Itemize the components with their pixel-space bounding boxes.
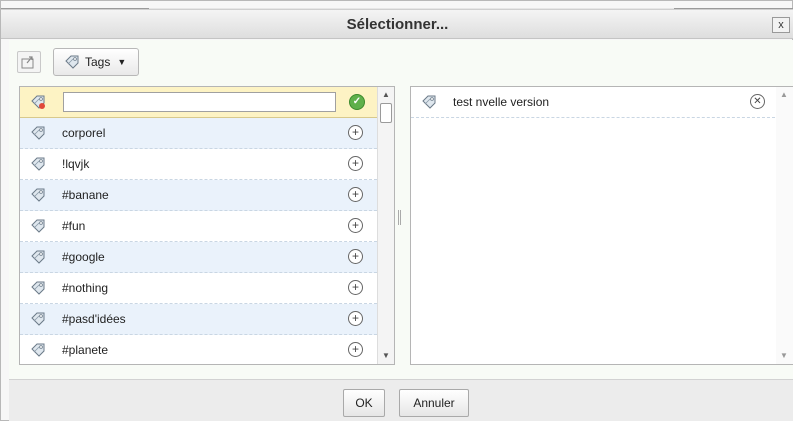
scroll-down-icon[interactable]: ▼ — [780, 351, 788, 360]
list-item-label: #planete — [62, 343, 109, 357]
list-item[interactable]: #fun + — [20, 211, 377, 242]
add-icon[interactable]: + — [348, 249, 363, 264]
list-item[interactable]: #planete + — [20, 335, 377, 364]
scroll-thumb[interactable] — [380, 103, 392, 123]
add-icon[interactable]: + — [348, 156, 363, 171]
list-item-label: corporel — [62, 126, 106, 140]
select-dialog: Sélectionner... x Tags ▼ ✓ corporel + !l… — [0, 0, 793, 421]
confirm-check-icon[interactable]: ✓ — [349, 94, 365, 110]
new-tag-icon — [30, 94, 45, 109]
list-item[interactable]: #nothing + — [20, 273, 377, 304]
tag-icon — [30, 156, 46, 172]
new-tag-input[interactable] — [63, 92, 336, 112]
left-scrollbar[interactable]: ▲ ▼ — [377, 87, 394, 364]
available-tags-list: ✓ corporel + !lqvjk + #banane + #fun + #… — [19, 86, 395, 365]
panel-splitter[interactable] — [398, 210, 401, 225]
add-icon[interactable]: + — [348, 218, 363, 233]
caret-down-icon: ▼ — [117, 57, 127, 67]
list-item-label: #google — [62, 250, 105, 264]
tag-icon — [30, 342, 46, 358]
remove-icon[interactable]: ✕ — [750, 94, 765, 109]
tag-icon — [30, 249, 46, 265]
export-button[interactable] — [17, 51, 41, 73]
tag-icon — [30, 218, 46, 234]
selected-item-label: test nvelle version — [453, 95, 550, 109]
list-item[interactable]: !lqvjk + — [20, 149, 377, 180]
title-bar: Sélectionner... x — [1, 9, 793, 39]
add-icon[interactable]: + — [348, 342, 363, 357]
tag-icon — [421, 94, 437, 110]
tags-button-label: Tags — [85, 55, 111, 69]
list-item-label: #pasd'idées — [62, 312, 126, 326]
scroll-up-icon[interactable]: ▲ — [780, 90, 788, 99]
selected-item[interactable]: test nvelle version ✕ — [411, 87, 775, 118]
tag-icon — [30, 187, 46, 203]
scroll-up-icon[interactable]: ▲ — [382, 90, 390, 99]
list-item-label: !lqvjk — [62, 157, 90, 171]
list-item[interactable]: #google + — [20, 242, 377, 273]
tags-dropdown-button[interactable]: Tags ▼ — [53, 48, 139, 76]
list-item[interactable]: #pasd'idées + — [20, 304, 377, 335]
selected-tags-list: test nvelle version ✕ ▲ ▼ — [410, 86, 793, 365]
cancel-button[interactable]: Annuler — [399, 389, 469, 417]
add-icon[interactable]: + — [348, 280, 363, 295]
tag-icon — [30, 125, 46, 141]
list-item-label: #nothing — [62, 281, 109, 295]
list-item[interactable]: #banane + — [20, 180, 377, 211]
close-button[interactable]: x — [772, 17, 790, 33]
scroll-down-icon[interactable]: ▼ — [382, 351, 390, 360]
list-item-label: #fun — [62, 219, 86, 233]
new-tag-row: ✓ — [20, 87, 377, 118]
export-icon — [21, 56, 34, 69]
tag-icon — [64, 54, 80, 70]
list-item[interactable]: corporel + — [20, 118, 377, 149]
add-icon[interactable]: + — [348, 187, 363, 202]
list-item-label: #banane — [62, 188, 109, 202]
add-icon[interactable]: + — [348, 311, 363, 326]
right-scrollbar[interactable]: ▲ ▼ — [776, 87, 793, 364]
tag-icon — [30, 280, 46, 296]
dialog-title: Sélectionner... — [346, 16, 449, 33]
tag-icon — [30, 311, 46, 327]
add-icon[interactable]: + — [348, 125, 363, 140]
ok-button[interactable]: OK — [343, 389, 385, 417]
